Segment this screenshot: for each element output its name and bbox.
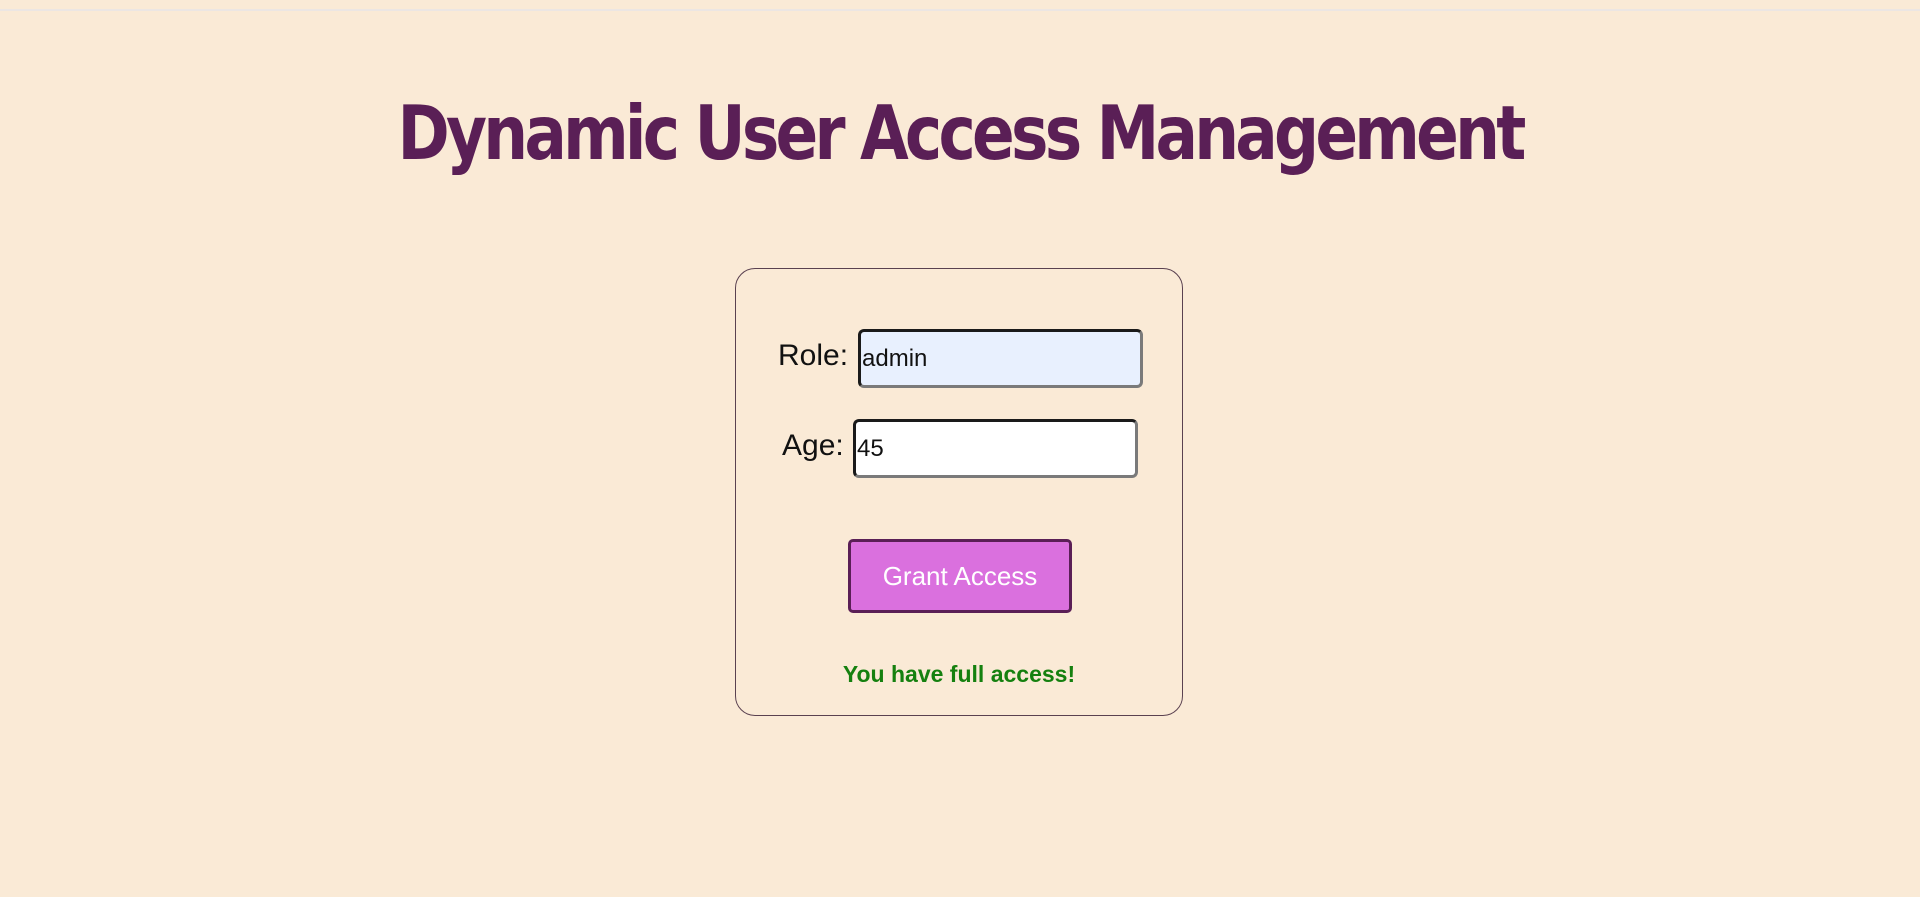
age-label: Age:	[782, 429, 844, 462]
grant-access-button[interactable]: Grant Access	[848, 539, 1072, 613]
role-label: Role:	[778, 339, 849, 372]
role-input[interactable]	[858, 329, 1143, 388]
access-status-message: You have full access!	[842, 661, 1076, 687]
page-title: Dynamic User Access Management	[397, 89, 1526, 177]
top-divider	[0, 9, 1920, 11]
access-form-card: Role: Age: Grant Access You have full ac…	[735, 268, 1183, 716]
page-viewport: Dynamic User Access Management Role: Age…	[0, 0, 1920, 897]
age-input[interactable]	[853, 419, 1138, 478]
